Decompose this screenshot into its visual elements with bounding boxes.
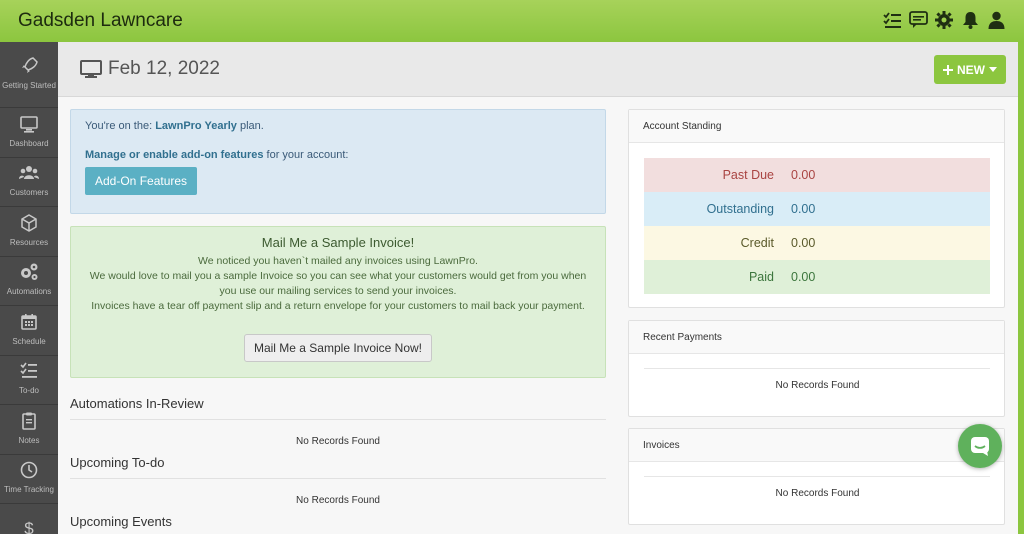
sidebar-item-label: Notes [18, 435, 40, 445]
monitor-icon [20, 115, 38, 133]
automations-empty: No Records Found [296, 436, 380, 447]
plan-prefix: You're on the: [85, 120, 156, 132]
standing-label: Past Due [722, 168, 774, 182]
standing-row-paid[interactable]: Paid 0.00 [644, 260, 990, 294]
sidebar-item-label: Schedule [12, 336, 46, 346]
dollar-icon: $ [24, 519, 34, 534]
page-date: Feb 12, 2022 [80, 58, 220, 80]
sidebar-item-schedule[interactable]: Schedule [0, 306, 58, 356]
addon-features-button[interactable]: Add-On Features [85, 167, 198, 195]
user-icon[interactable] [986, 10, 1006, 30]
sidebar-item-label: Resources [9, 237, 49, 247]
standing-value: 0.00 [791, 236, 816, 250]
sidebar-item-time-tracking[interactable]: Time Tracking [0, 455, 58, 504]
sidebar-item-label: Customers [9, 188, 49, 198]
page-header: Feb 12, 2022 NEW [58, 42, 1018, 97]
app-title: Gadsden Lawncare [18, 10, 183, 31]
standing-label: Outstanding [706, 202, 774, 216]
users-icon [19, 166, 39, 180]
recent-payments-title: Recent Payments [629, 321, 1004, 354]
standing-row-past-due[interactable]: Past Due 0.00 [644, 158, 990, 192]
new-button[interactable]: NEW [934, 55, 1006, 84]
todo-heading: Upcoming To-do [70, 455, 165, 470]
top-bar: Gadsden Lawncare [0, 0, 1024, 42]
sidebar-item-customers[interactable]: Customers [0, 158, 58, 207]
svg-text:$: $ [24, 519, 34, 534]
standing-value: 0.00 [791, 168, 816, 182]
account-standing-title: Account Standing [629, 110, 1004, 143]
top-icon-group [882, 10, 1006, 30]
automations-heading: Automations In-Review [70, 396, 204, 411]
divider [644, 368, 990, 369]
plan-name[interactable]: LawnPro Yearly [155, 120, 237, 132]
sidebar-item-todo[interactable]: To-do [0, 356, 58, 405]
addon-manage-bold: Manage or enable add-on features [85, 149, 264, 161]
invoices-panel: Invoices No Records Found [628, 428, 1005, 525]
standing-label: Credit [740, 236, 774, 250]
monitor-icon [80, 60, 102, 78]
sidebar-item-label: Getting Started [2, 81, 56, 90]
divider [644, 476, 990, 477]
recent-payments-panel: Recent Payments No Records Found [628, 320, 1005, 417]
sidebar-item-label: Time Tracking [4, 485, 54, 495]
gear-icon[interactable] [934, 10, 954, 30]
chat-launcher-button[interactable] [958, 424, 1002, 468]
todo-empty: No Records Found [296, 495, 380, 506]
sidebar-item-getting-started[interactable]: Getting Started [0, 42, 58, 108]
rocket-icon [22, 57, 38, 73]
checklist-icon [20, 362, 37, 379]
sidebar-item-resources[interactable]: Resources [0, 207, 58, 257]
sidebar: Getting Started Dashboard Customers Reso… [0, 42, 58, 534]
mail-sample-invoice-button[interactable]: Mail Me a Sample Invoice Now! [243, 334, 433, 362]
sidebar-item-notes[interactable]: Notes [0, 405, 58, 455]
plan-info-box: You're on the: LawnPro Yearly plan. Mana… [70, 109, 606, 214]
cube-icon [21, 213, 37, 232]
sample-line: We would love to mail you a sample Invoi… [89, 270, 587, 282]
calendar-icon [21, 313, 37, 330]
standing-value: 0.00 [791, 202, 816, 216]
caret-down-icon [989, 67, 997, 72]
sample-invoice-box: Mail Me a Sample Invoice! We noticed you… [70, 226, 606, 378]
standing-row-credit[interactable]: Credit 0.00 [644, 226, 990, 260]
main-content: You're on the: LawnPro Yearly plan. Mana… [58, 97, 1018, 534]
plus-icon [943, 64, 953, 75]
sample-invoice-title: Mail Me a Sample Invoice! [261, 235, 415, 250]
sidebar-item-billing[interactable]: $ [0, 504, 58, 534]
sample-line: We noticed you haven`t mailed any invoic… [198, 255, 478, 267]
gears-icon [21, 263, 38, 281]
addon-manage-rest: for your account: [263, 149, 349, 161]
chat-icon[interactable] [908, 10, 928, 30]
right-edge-strip [1018, 42, 1024, 534]
clock-icon [20, 461, 38, 479]
recent-payments-empty: No Records Found [775, 380, 860, 391]
sample-line: you use our mailing services to send you… [219, 285, 457, 297]
sidebar-item-label: Dashboard [9, 138, 49, 148]
sidebar-item-label: To-do [18, 386, 39, 396]
standing-value: 0.00 [791, 270, 816, 284]
new-button-label: NEW [957, 62, 985, 77]
plan-line: You're on the: LawnPro Yearly plan. [85, 120, 591, 132]
sample-line: Invoices have a tear off payment slip an… [91, 300, 585, 312]
sidebar-item-dashboard[interactable]: Dashboard [0, 108, 58, 158]
plan-suffix: plan. [236, 120, 264, 132]
standing-label: Paid [748, 270, 774, 284]
account-standing-panel: Account Standing Past Due 0.00 Outstandi… [628, 109, 1005, 308]
sidebar-item-automations[interactable]: Automations [0, 257, 58, 306]
standing-row-outstanding[interactable]: Outstanding 0.00 [644, 192, 990, 226]
sidebar-item-label: Automations [6, 287, 52, 297]
bell-icon[interactable] [960, 10, 980, 30]
todo-list-icon[interactable] [882, 10, 902, 30]
addon-line: Manage or enable add-on features for you… [85, 149, 591, 161]
invoices-title: Invoices [629, 429, 1004, 462]
invoices-empty: No Records Found [775, 488, 860, 499]
divider [70, 478, 606, 479]
divider [70, 419, 606, 420]
clipboard-icon [22, 412, 36, 430]
chat-icon [971, 437, 989, 456]
sample-invoice-text: We noticed you haven`t mailed any invoic… [71, 254, 605, 314]
events-heading: Upcoming Events [70, 514, 172, 529]
date-text: Feb 12, 2022 [108, 58, 220, 79]
